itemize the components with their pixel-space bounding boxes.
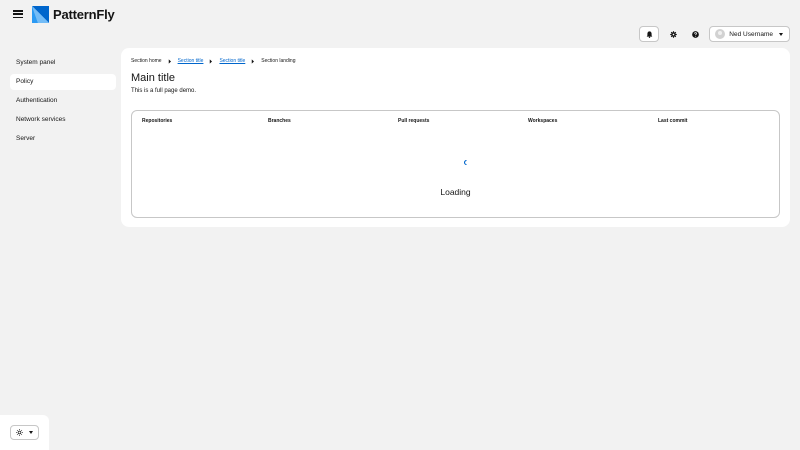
chevron-right-icon (251, 58, 255, 64)
question-circle-icon (691, 30, 699, 38)
sidebar-item-network-services[interactable]: Network services (10, 112, 116, 128)
theme-toggle-button[interactable] (10, 425, 39, 440)
notifications-button[interactable] (639, 26, 660, 42)
main-content: Section home Section title Section title… (121, 48, 790, 227)
gear-icon (669, 30, 677, 38)
chevron-right-icon (209, 58, 213, 64)
masthead: PatternFly Ned Username (0, 0, 800, 48)
sidebar-item-authentication[interactable]: Authentication (10, 93, 116, 109)
breadcrumb-item-section-landing: Section landing (261, 58, 296, 64)
loading-text: Loading (440, 187, 471, 197)
sun-icon (16, 429, 23, 436)
column-header-branches: Branches (268, 118, 291, 124)
brand[interactable]: PatternFly (32, 6, 115, 23)
caret-down-icon (779, 32, 783, 36)
sidebar-item-system-panel[interactable]: System panel (10, 55, 116, 71)
bell-icon (646, 30, 653, 38)
settings-button[interactable] (665, 26, 681, 42)
data-table: Repositories Branches Pull requests Work… (131, 110, 780, 218)
user-menu-toggle[interactable]: Ned Username (709, 26, 790, 42)
page-title: Main title (131, 72, 176, 84)
page-description: This is a full page demo. (131, 88, 197, 94)
breadcrumb: Section home Section title Section title… (131, 58, 296, 64)
spinner-icon (464, 160, 467, 165)
breadcrumb-item-section-home: Section home (131, 58, 162, 64)
column-header-last-commit: Last commit (658, 118, 688, 124)
sidebar-item-server[interactable]: Server (10, 131, 116, 147)
column-header-pull-requests: Pull requests (398, 118, 430, 124)
sidebar-nav: System panel Policy Authentication Netwo… (10, 55, 116, 150)
avatar (715, 29, 726, 39)
user-name: Ned Username (729, 30, 773, 38)
brand-name: PatternFly (53, 7, 115, 22)
help-button[interactable] (687, 26, 703, 42)
column-header-workspaces: Workspaces (528, 118, 558, 124)
breadcrumb-link-section-title-2[interactable]: Section title (219, 58, 245, 64)
theme-panel (0, 415, 49, 450)
column-header-repositories: Repositories (142, 118, 173, 124)
chevron-right-icon (168, 58, 172, 64)
hamburger-icon[interactable] (12, 8, 24, 20)
patternfly-logo-icon (32, 6, 49, 23)
breadcrumb-link-section-title-1[interactable]: Section title (178, 58, 204, 64)
caret-down-icon (29, 431, 33, 434)
sidebar-item-policy[interactable]: Policy (10, 74, 116, 90)
masthead-tools: Ned Username (639, 26, 790, 42)
